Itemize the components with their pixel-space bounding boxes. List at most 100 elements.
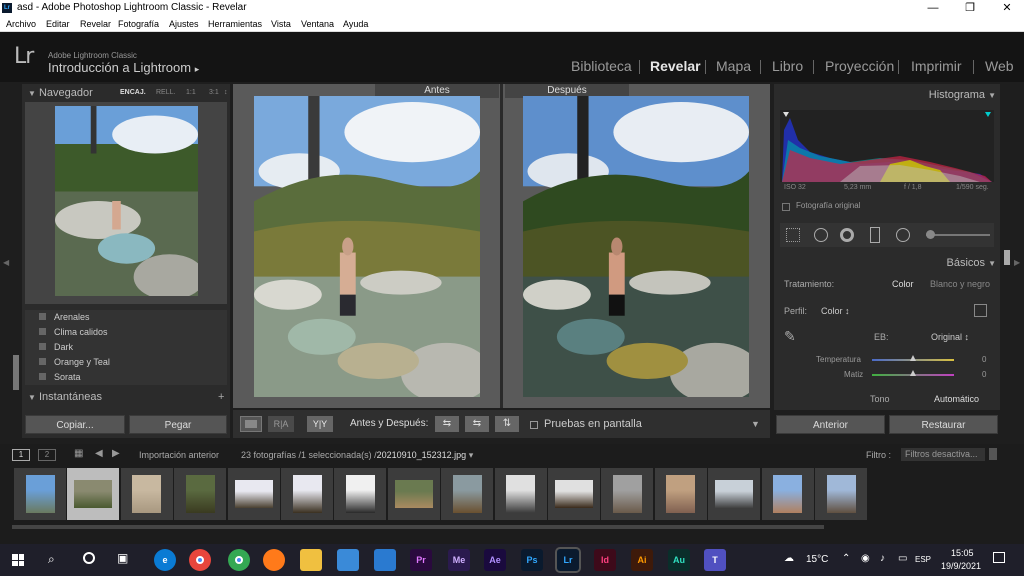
- filmstrip-thumbnail[interactable]: [494, 468, 547, 520]
- reset-button[interactable]: Restaurar: [889, 415, 998, 434]
- forward-arrow-icon[interactable]: ▶: [112, 448, 120, 459]
- filmstrip-thumbnail[interactable]: [548, 468, 600, 520]
- media-encoder-icon[interactable]: Me: [448, 549, 470, 571]
- windows-start-icon[interactable]: [12, 554, 24, 566]
- preset-item[interactable]: Arenales: [39, 312, 91, 322]
- secondary-window-button[interactable]: 2: [38, 449, 56, 461]
- after-photo[interactable]: [523, 96, 749, 397]
- treatment-color[interactable]: Color: [892, 279, 914, 289]
- module-imprimir[interactable]: Imprimir: [911, 58, 962, 74]
- menu-archivo[interactable]: Archivo: [6, 16, 36, 32]
- filmstrip-thumbnail[interactable]: [601, 468, 654, 520]
- collapse-left-icon[interactable]: ◀: [3, 258, 9, 267]
- module-mapa[interactable]: Mapa: [716, 58, 751, 74]
- before-photo[interactable]: [254, 96, 480, 397]
- add-snapshot-icon[interactable]: +: [218, 388, 224, 406]
- filter-select[interactable]: Filtros desactiva...: [901, 448, 985, 461]
- filmstrip-thumbnail[interactable]: [14, 468, 66, 520]
- search-icon[interactable]: ⌕: [48, 552, 55, 567]
- preset-item[interactable]: Sorata: [39, 372, 82, 382]
- filmstrip-thumbnail[interactable]: [708, 468, 761, 520]
- language-indicator[interactable]: ESP: [915, 555, 931, 564]
- preset-item[interactable]: Clima calidos: [39, 327, 108, 337]
- weather-temp[interactable]: 15°C: [806, 554, 828, 565]
- crop-tool-icon[interactable]: [786, 228, 800, 242]
- menu-herramientas[interactable]: Herramientas: [208, 16, 262, 32]
- navigator-preview[interactable]: [55, 106, 198, 296]
- temperature-value[interactable]: 0: [982, 355, 986, 364]
- lightroom-icon[interactable]: Lr: [557, 549, 579, 571]
- clock-time[interactable]: 15:05: [951, 548, 974, 558]
- edge-icon[interactable]: e: [154, 549, 176, 571]
- temperature-thumb[interactable]: [910, 355, 916, 361]
- filmstrip-thumbnail[interactable]: [654, 468, 707, 520]
- soft-proof-checkbox[interactable]: [530, 421, 538, 429]
- after-effects-icon[interactable]: Ae: [484, 549, 506, 571]
- chrome-icon[interactable]: [189, 549, 211, 571]
- network-icon[interactable]: ◉: [861, 553, 870, 564]
- indesign-icon[interactable]: Id: [594, 549, 616, 571]
- preset-item[interactable]: Dark: [39, 342, 74, 352]
- firefox-icon[interactable]: [263, 549, 285, 571]
- filmstrip-source[interactable]: Importación anterior: [139, 450, 219, 460]
- menu-revelar[interactable]: Revelar: [80, 16, 111, 32]
- menu-fotografia[interactable]: Fotografía: [118, 16, 159, 32]
- before-after-lr-button[interactable]: R|A: [268, 416, 294, 432]
- menu-ayuda[interactable]: Ayuda: [343, 16, 368, 32]
- filmstrip-scrollbar[interactable]: [12, 525, 824, 529]
- filmstrip-thumbnail[interactable]: [387, 468, 440, 520]
- menu-ajustes[interactable]: Ajustes: [169, 16, 199, 32]
- module-proyeccion[interactable]: Proyección: [825, 58, 894, 74]
- volume-icon[interactable]: ♪: [880, 553, 885, 564]
- graduated-filter-icon[interactable]: [870, 227, 880, 243]
- zoom-fill[interactable]: RELL.: [156, 84, 175, 102]
- paste-settings-button[interactable]: Pegar: [129, 415, 227, 434]
- profile-select[interactable]: Color ↕: [821, 306, 850, 316]
- radial-filter-icon[interactable]: [896, 228, 910, 242]
- task-view-icon[interactable]: ▣: [117, 551, 128, 565]
- photoshop-icon[interactable]: Ps: [521, 549, 543, 571]
- swap-before-after-icon[interactable]: ⇅: [495, 416, 519, 432]
- filmstrip-thumbnail[interactable]: [815, 468, 867, 520]
- filmstrip-thumbnail[interactable]: [761, 468, 814, 520]
- filter-lock-icon[interactable]: [989, 448, 997, 460]
- tint-thumb[interactable]: [910, 370, 916, 376]
- module-biblioteca[interactable]: Biblioteca: [571, 58, 632, 74]
- brush-slider[interactable]: [926, 234, 990, 236]
- white-balance-picker-icon[interactable]: ✎: [784, 328, 804, 348]
- clock-date[interactable]: 19/9/2021: [941, 561, 981, 571]
- left-panel-scrollbar[interactable]: [13, 355, 19, 390]
- filmstrip-thumbnail[interactable]: [67, 468, 120, 520]
- zoom-3-1[interactable]: 3:1: [209, 84, 219, 102]
- chrome-2-icon[interactable]: [228, 549, 250, 571]
- collapse-right-icon[interactable]: ▶: [1014, 258, 1020, 267]
- wb-select[interactable]: Original ↕: [931, 332, 969, 342]
- menu-ventana[interactable]: Ventana: [301, 16, 334, 32]
- catalog-name[interactable]: Introducción a Lightroom ▸: [48, 60, 199, 75]
- filmstrip-thumbnail[interactable]: [441, 468, 494, 520]
- menu-editar[interactable]: Editar: [46, 16, 70, 32]
- navigator-header[interactable]: ▼ Navegador ENCAJ. RELL. 1:1 3:1 ↕: [28, 84, 228, 102]
- store-icon[interactable]: [337, 549, 359, 571]
- toolbar-menu-icon[interactable]: ▼: [751, 416, 760, 432]
- weather-icon[interactable]: ☁: [784, 553, 794, 564]
- filmstrip-thumbnail[interactable]: [120, 468, 173, 520]
- mail-icon[interactable]: [374, 549, 396, 571]
- menu-vista[interactable]: Vista: [271, 16, 291, 32]
- loupe-view-button[interactable]: [240, 416, 262, 432]
- notification-icon[interactable]: [993, 552, 1005, 563]
- tint-value[interactable]: 0: [982, 370, 986, 379]
- redeye-icon[interactable]: [840, 228, 854, 242]
- treatment-bw[interactable]: Blanco y negro: [930, 279, 990, 289]
- tone-auto-button[interactable]: Automático: [934, 394, 979, 404]
- teams-icon[interactable]: T: [704, 549, 726, 571]
- zoom-fit[interactable]: ENCAJ.: [120, 84, 146, 102]
- basic-header[interactable]: Básicos ▼: [774, 254, 996, 272]
- zoom-menu-icon[interactable]: ↕: [224, 84, 228, 102]
- spot-removal-icon[interactable]: [814, 228, 828, 242]
- main-window-button[interactable]: 1: [12, 449, 30, 461]
- audition-icon[interactable]: Au: [668, 549, 690, 571]
- module-web[interactable]: Web: [985, 58, 1014, 74]
- filmstrip-thumbnail[interactable]: [334, 468, 387, 520]
- module-revelar[interactable]: Revelar: [650, 58, 701, 74]
